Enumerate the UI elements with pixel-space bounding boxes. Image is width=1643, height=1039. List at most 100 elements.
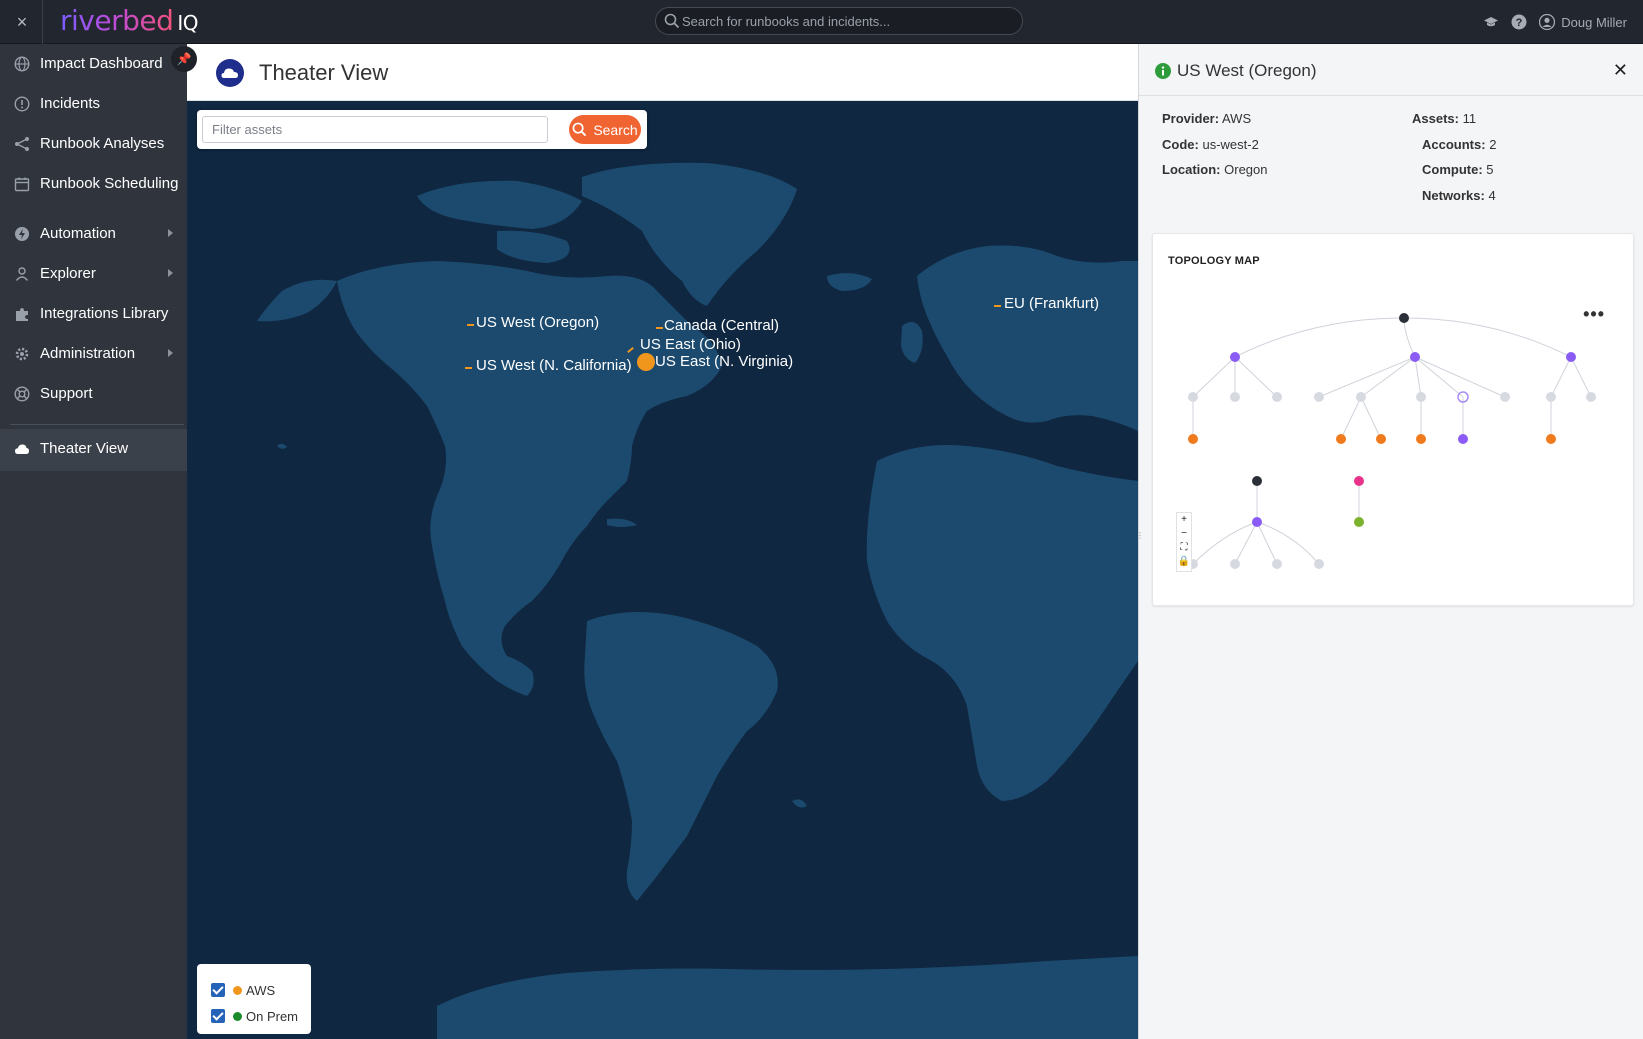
user-avatar-icon bbox=[1539, 14, 1556, 30]
search-button[interactable]: Search bbox=[569, 115, 641, 144]
topology-zoom-controls[interactable]: + − ⛶ 🔒 bbox=[1176, 512, 1192, 572]
region-label-us-west-n-california[interactable]: US West (N. California) bbox=[476, 357, 632, 374]
legend-dot-aws bbox=[233, 985, 242, 995]
panel-header: US West (Oregon) ✕ bbox=[1139, 44, 1643, 96]
filter-assets-input[interactable] bbox=[202, 116, 548, 143]
sidebar-item-label: Administration bbox=[40, 345, 136, 362]
region-marker-canada-central[interactable] bbox=[656, 327, 663, 329]
sidebar-item-incidents[interactable]: Incidents bbox=[0, 84, 187, 124]
sidebar-item-label: Explorer bbox=[40, 265, 96, 282]
search-button-label: Search bbox=[593, 121, 638, 138]
global-search[interactable] bbox=[655, 7, 1023, 35]
sidebar-item-administration[interactable]: Administration bbox=[0, 334, 187, 374]
pin-icon[interactable]: 📌 bbox=[171, 46, 197, 72]
code-value: us-west-2 bbox=[1202, 137, 1259, 152]
global-search-input[interactable] bbox=[682, 11, 1012, 31]
sidebar-item-label: Runbook Analyses bbox=[40, 135, 165, 152]
top-icons: ? Doug Miller bbox=[1483, 11, 1627, 33]
region-marker-us-west-n-california[interactable] bbox=[465, 367, 472, 369]
checkbox-checked-icon[interactable] bbox=[211, 1009, 225, 1023]
sidebar: 📌 Impact Dashboard Incidents Runbook Ana… bbox=[0, 44, 197, 1039]
map-legend: AWS On Prem bbox=[197, 964, 311, 1034]
checkbox-checked-icon[interactable] bbox=[211, 983, 225, 997]
assets-value: 11 bbox=[1462, 111, 1477, 126]
sidebar-item-runbook-analyses[interactable]: Runbook Analyses bbox=[0, 124, 187, 164]
info-icon bbox=[1155, 63, 1171, 79]
resize-handle[interactable]: ⋮ bbox=[1136, 532, 1144, 552]
graduation-cap-icon[interactable] bbox=[1483, 14, 1499, 30]
code-label: Code: bbox=[1162, 137, 1199, 152]
sidebar-item-theater-view[interactable]: Theater View bbox=[0, 429, 187, 471]
region-label-us-east-n-virginia[interactable]: US East (N. Virginia) bbox=[655, 353, 793, 370]
branch-icon bbox=[15, 137, 29, 151]
sidebar-item-integrations-library[interactable]: Integrations Library bbox=[0, 294, 187, 334]
accounts-field: Accounts: 2 bbox=[1422, 137, 1496, 152]
accounts-label: Accounts: bbox=[1422, 137, 1486, 152]
chevron-right-icon bbox=[168, 229, 173, 237]
sidebar-item-automation[interactable]: Automation bbox=[0, 214, 187, 254]
provider-label: Provider: bbox=[1162, 111, 1220, 126]
assets-label: Assets: bbox=[1412, 111, 1459, 126]
cloud-logo-icon bbox=[216, 59, 244, 87]
region-marker-eu-frankfurt[interactable] bbox=[994, 305, 1001, 307]
page-header: Theater View bbox=[187, 44, 1138, 101]
legend-item-aws[interactable]: AWS bbox=[211, 977, 299, 1003]
provider-field: Provider: AWS bbox=[1162, 111, 1251, 126]
svg-text:?: ? bbox=[1516, 17, 1523, 29]
topbar-divider bbox=[42, 0, 43, 44]
close-panel-button[interactable]: ✕ bbox=[1613, 60, 1628, 81]
cloud-icon bbox=[15, 444, 29, 454]
networks-field: Networks: 4 bbox=[1422, 188, 1496, 203]
location-label: Location: bbox=[1162, 162, 1221, 177]
region-marker-us-west-oregon[interactable] bbox=[467, 324, 474, 326]
compute-field: Compute: 5 bbox=[1422, 162, 1494, 177]
sidebar-item-label: Integrations Library bbox=[40, 305, 169, 322]
topology-map-card: TOPOLOGY MAP ••• + − ⛶ 🔒 bbox=[1152, 233, 1634, 606]
user-menu[interactable]: Doug Miller bbox=[1539, 14, 1627, 30]
logo-suffix: IQ bbox=[177, 11, 199, 35]
assets-field: Assets: 11 bbox=[1412, 111, 1476, 126]
legend-dot-on-prem bbox=[233, 1011, 242, 1021]
region-label-us-east-ohio[interactable]: US East (Ohio) bbox=[640, 336, 741, 353]
legend-label: AWS bbox=[246, 982, 276, 998]
bolt-icon bbox=[15, 227, 29, 241]
sidebar-item-impact-dashboard[interactable]: Impact Dashboard bbox=[0, 44, 187, 84]
app-logo[interactable]: riverbed IQ bbox=[60, 4, 199, 38]
region-label-us-west-oregon[interactable]: US West (Oregon) bbox=[476, 314, 599, 331]
calendar-icon bbox=[14, 177, 30, 192]
sidebar-item-runbook-scheduling[interactable]: Runbook Scheduling bbox=[0, 164, 187, 204]
region-marker-us-east-n-virginia[interactable] bbox=[637, 353, 655, 371]
region-details-panel: ⋮ US West (Oregon) ✕ Provider: AWS Code:… bbox=[1136, 44, 1643, 1039]
logo-text: riverbed bbox=[60, 4, 174, 37]
sidebar-item-explorer[interactable]: Explorer bbox=[0, 254, 187, 294]
topology-nodes bbox=[1188, 313, 1596, 569]
chevron-right-icon bbox=[168, 269, 173, 277]
top-bar: × riverbedIQ ? Doug Miller bbox=[0, 0, 1643, 44]
filter-card: Search bbox=[197, 110, 647, 149]
search-icon bbox=[664, 13, 680, 29]
help-icon[interactable]: ? bbox=[1511, 14, 1527, 30]
page-title: Theater View bbox=[259, 60, 389, 85]
compute-label: Compute: bbox=[1422, 162, 1483, 177]
provider-value: AWS bbox=[1221, 111, 1252, 126]
person-icon bbox=[15, 267, 29, 281]
sidebar-divider bbox=[10, 424, 184, 425]
sidebar-item-label: Support bbox=[40, 385, 93, 402]
topology-graph[interactable] bbox=[1153, 234, 1635, 607]
sidebar-item-label: Runbook Scheduling bbox=[40, 175, 179, 192]
location-field: Location: Oregon bbox=[1162, 162, 1268, 177]
world-map[interactable] bbox=[187, 101, 1138, 1039]
code-field: Code: us-west-2 bbox=[1162, 137, 1259, 152]
legend-label: On Prem bbox=[246, 1008, 299, 1024]
legend-item-on-prem[interactable]: On Prem bbox=[211, 1003, 299, 1029]
close-icon[interactable]: × bbox=[10, 10, 34, 34]
compute-value: 5 bbox=[1486, 162, 1494, 177]
sidebar-item-support[interactable]: Support bbox=[0, 374, 187, 414]
region-label-canada-central[interactable]: Canada (Central) bbox=[664, 317, 779, 334]
networks-label: Networks: bbox=[1422, 188, 1485, 203]
search-icon bbox=[572, 122, 587, 137]
sidebar-item-label: Theater View bbox=[40, 440, 129, 457]
sidebar-item-label: Incidents bbox=[40, 95, 101, 112]
networks-value: 4 bbox=[1488, 188, 1496, 203]
region-label-eu-frankfurt[interactable]: EU (Frankfurt) bbox=[1004, 295, 1099, 312]
